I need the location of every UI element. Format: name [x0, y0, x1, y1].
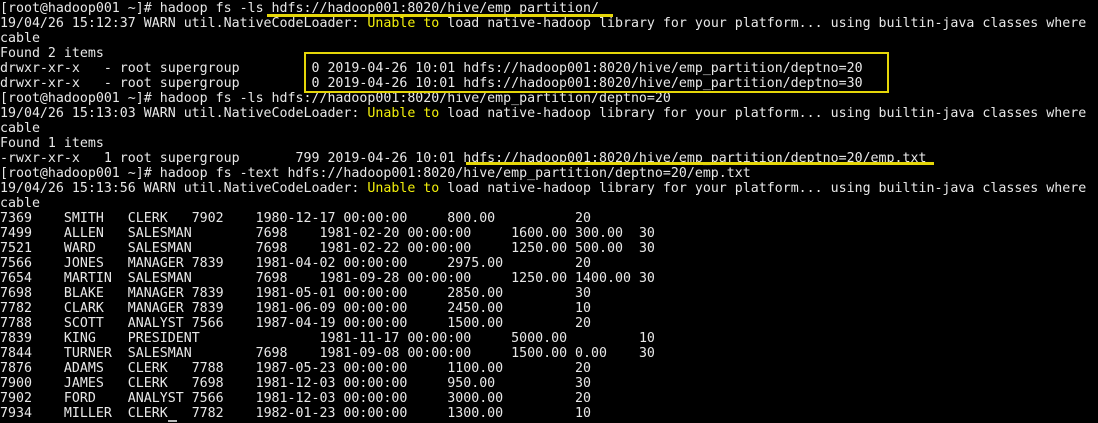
- ls-row-emp-txt: -rwxr-xr-x 1 root supergroup 799 2019-04…: [0, 151, 1098, 166]
- emp-row: 7782 CLARK MANAGER 7839 1981-06-09 00:00…: [0, 301, 1098, 316]
- warn-wrap-1: cable: [0, 31, 1098, 46]
- emp-row: 7499 ALLEN SALESMAN 7698 1981-02-20 00:0…: [0, 226, 1098, 241]
- found-items-1: Found 2 items: [0, 46, 1098, 61]
- highlighted-text: Unable to: [367, 181, 439, 196]
- emp-row: 7369 SMITH CLERK 7902 1980-12-17 00:00:0…: [0, 211, 1098, 226]
- ls-row-deptno20: drwxr-xr-x - root supergroup 0 2019-04-2…: [0, 61, 1098, 76]
- emp-row: 7934 MILLER CLERK 7782 1982-01-23 00:00:…: [0, 406, 1098, 421]
- emp-row: 7698 BLAKE MANAGER 7839 1981-05-01 00:00…: [0, 286, 1098, 301]
- warn-native-code-loader-1: 19/04/26 15:12:37 WARN util.NativeCodeLo…: [0, 16, 1098, 31]
- ls-row-deptno30: drwxr-xr-x - root supergroup 0 2019-04-2…: [0, 76, 1098, 91]
- command-ls-partition-dir: [root@hadoop001 ~]# hadoop fs -ls hdfs:/…: [0, 1, 1098, 16]
- command-ls-deptno20: [root@hadoop001 ~]# hadoop fs -ls hdfs:/…: [0, 91, 1098, 106]
- emp-row: 7839 KING PRESIDENT 1981-11-17 00:00:00 …: [0, 331, 1098, 346]
- emp-row: 7902 FORD ANALYST 7566 1981-12-03 00:00:…: [0, 391, 1098, 406]
- emp-row: 7654 MARTIN SALESMAN 7698 1981-09-28 00:…: [0, 271, 1098, 286]
- terminal[interactable]: [root@hadoop001 ~]# hadoop fs -ls hdfs:/…: [0, 0, 1098, 423]
- emp-row: 7788 SCOTT ANALYST 7566 1987-04-19 00:00…: [0, 316, 1098, 331]
- warn-wrap-2: cable: [0, 121, 1098, 136]
- highlighted-text: Unable to: [367, 106, 439, 121]
- warn-native-code-loader-3: 19/04/26 15:13:56 WARN util.NativeCodeLo…: [0, 181, 1098, 196]
- emp-row: 7876 ADAMS CLERK 7788 1987-05-23 00:00:0…: [0, 361, 1098, 376]
- warn-wrap-3: cable: [0, 196, 1098, 211]
- emp-row: 7900 JAMES CLERK 7698 1981-12-03 00:00:0…: [0, 376, 1098, 391]
- command-text-emp-txt: [root@hadoop001 ~]# hadoop fs -text hdfs…: [0, 166, 1098, 181]
- found-items-2: Found 1 items: [0, 136, 1098, 151]
- highlighted-text: Unable to: [367, 16, 439, 31]
- emp-row: 7566 JONES MANAGER 7839 1981-04-02 00:00…: [0, 256, 1098, 271]
- warn-native-code-loader-2: 19/04/26 15:13:03 WARN util.NativeCodeLo…: [0, 106, 1098, 121]
- emp-row: 7521 WARD SALESMAN 7698 1981-02-22 00:00…: [0, 241, 1098, 256]
- emp-row: 7844 TURNER SALESMAN 7698 1981-09-08 00:…: [0, 346, 1098, 361]
